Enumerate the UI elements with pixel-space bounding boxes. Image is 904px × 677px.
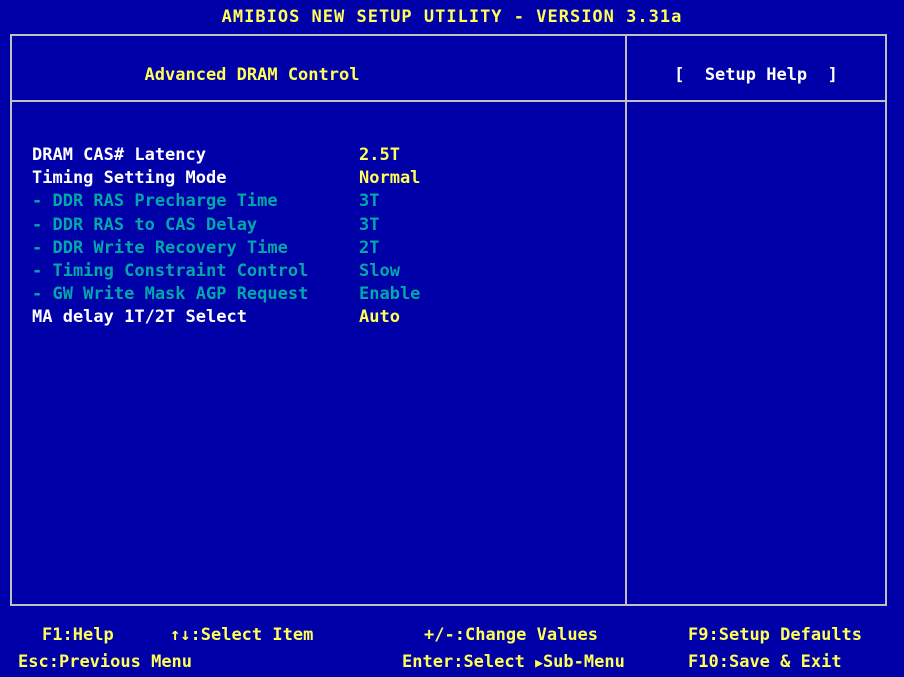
window-title: AMIBIOS NEW SETUP UTILITY - VERSION 3.31… xyxy=(221,7,683,27)
setting-gw-write-mask-agp-request: - GW Write Mask AGP Request Enable xyxy=(32,283,602,306)
key-legend: F1:Help ↑↓:Select Item +/-:Change Values… xyxy=(0,606,904,677)
up-down-arrows-icon: ↑↓ xyxy=(170,625,191,645)
setting-label: - DDR RAS Precharge Time xyxy=(32,191,278,212)
setting-label: DRAM CAS# Latency xyxy=(32,145,206,165)
setting-value: 3T xyxy=(359,191,380,212)
setting-dram-cas-latency[interactable]: DRAM CAS# Latency 2.5T xyxy=(32,144,602,167)
key-f9-setup-defaults: F9:Setup Defaults xyxy=(688,625,863,645)
setting-value[interactable]: 2.5T xyxy=(359,144,400,167)
setting-value[interactable]: Normal xyxy=(359,167,420,190)
setting-value: Enable xyxy=(359,284,421,305)
key-f10-save-exit: F10:Save & Exit xyxy=(688,652,842,672)
key-select-item: ↑↓:Select Item xyxy=(170,625,314,645)
key-f1-help: F1:Help xyxy=(42,625,114,645)
setting-ddr-ras-precharge-time: - DDR RAS Precharge Time 3T xyxy=(32,190,602,213)
setting-label: - DDR Write Recovery Time xyxy=(32,237,288,258)
settings-list: DRAM CAS# Latency 2.5T Timing Setting Mo… xyxy=(32,144,602,330)
setting-ddr-ras-to-cas-delay: - DDR RAS to CAS Delay 3T xyxy=(32,214,602,237)
triangle-right-icon: ▶ xyxy=(535,656,543,671)
setting-ma-delay-select[interactable]: MA delay 1T/2T Select Auto xyxy=(32,306,602,329)
page-title: Advanced DRAM Control xyxy=(144,65,360,85)
setting-value[interactable]: Auto xyxy=(359,306,400,329)
setting-timing-constraint-control: - Timing Constraint Control Slow xyxy=(32,260,602,283)
key-change-values: +/-:Change Values xyxy=(424,625,599,645)
setting-label: - DDR RAS to CAS Delay xyxy=(32,214,258,235)
vertical-divider xyxy=(625,36,627,604)
setting-value: 3T xyxy=(359,214,380,235)
setting-label: - GW Write Mask AGP Request xyxy=(32,284,309,305)
horizontal-divider xyxy=(12,100,885,102)
key-esc-previous-menu: Esc:Previous Menu xyxy=(18,652,193,672)
setting-timing-setting-mode[interactable]: Timing Setting Mode Normal xyxy=(32,167,602,190)
key-enter-sub-menu: Enter:Select ▶Sub-Menu xyxy=(402,652,625,672)
setting-label: - Timing Constraint Control xyxy=(32,260,309,281)
setting-label: Timing Setting Mode xyxy=(32,168,227,189)
setting-value: 2T xyxy=(359,237,380,258)
setting-value: Slow xyxy=(359,260,400,281)
setting-label: MA delay 1T/2T Select xyxy=(32,307,247,328)
setup-help-title: [ Setup Help ] xyxy=(674,65,838,85)
setting-ddr-write-recovery-time: - DDR Write Recovery Time 2T xyxy=(32,237,602,260)
